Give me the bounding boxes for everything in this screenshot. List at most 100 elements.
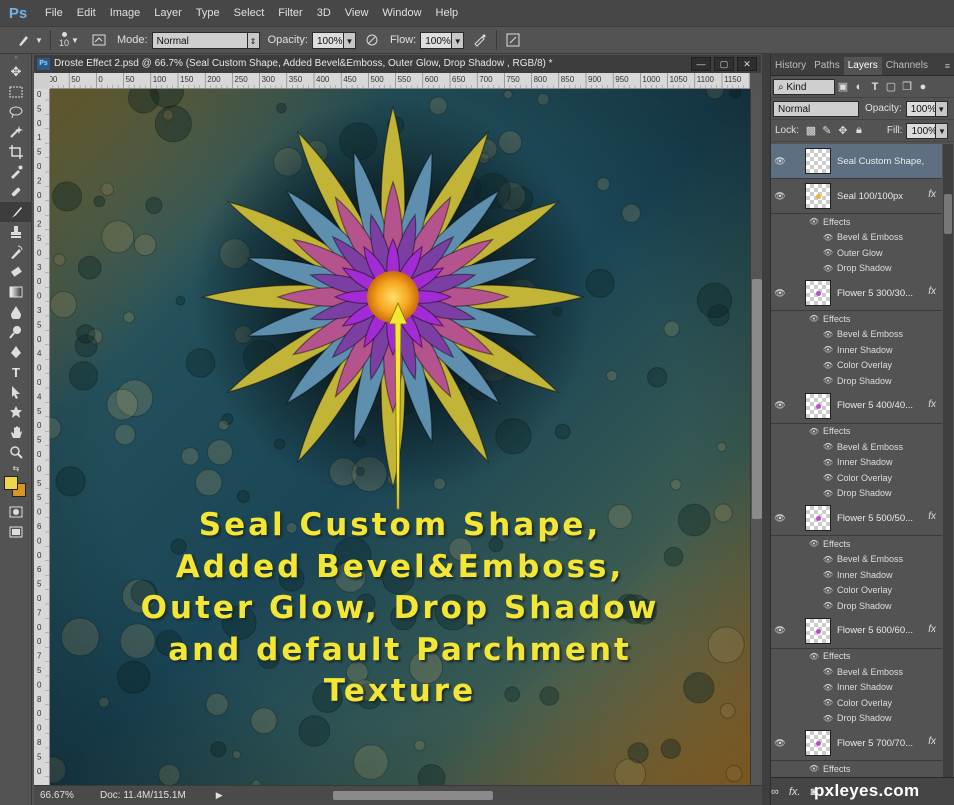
menu-help[interactable]: Help: [429, 0, 466, 26]
chevron-down-icon[interactable]: ▼: [936, 122, 949, 139]
visibility-eye-icon[interactable]: 👁︎: [819, 601, 837, 610]
layer-effect-item[interactable]: 👁︎ Inner Shadow: [771, 342, 942, 358]
layer-opacity-input[interactable]: 100%: [905, 100, 936, 117]
layer-effect-item[interactable]: 👁︎Bevel & Emboss: [771, 664, 942, 680]
marquee-tool-icon[interactable]: [0, 82, 32, 102]
layer-fx-badge[interactable]: fx: [928, 399, 936, 410]
menu-file[interactable]: File: [38, 0, 70, 26]
menu-layer[interactable]: Layer: [147, 0, 189, 26]
layer-effect-item[interactable]: 👁︎ Drop Shadow: [771, 598, 942, 614]
scrollbar-thumb[interactable]: [944, 194, 952, 234]
layer-row[interactable]: 👁︎ Flower 5 400/40... fx: [771, 389, 942, 424]
status-menu-arrow-icon[interactable]: ▶: [216, 790, 223, 801]
filter-smart-object-icon[interactable]: ❒: [900, 80, 914, 94]
pressure-size-icon[interactable]: [503, 31, 523, 49]
visibility-eye-icon[interactable]: 👁︎: [771, 288, 789, 299]
panel-menu-icon[interactable]: ≡: [941, 57, 954, 75]
layer-row[interactable]: 👁︎ Flower 5 500/50... fx: [771, 501, 942, 536]
visibility-eye-icon[interactable]: 👁︎: [819, 442, 837, 451]
chevron-down-icon[interactable]: ▼: [935, 100, 948, 117]
menu-view[interactable]: View: [338, 0, 376, 26]
menu-edit[interactable]: Edit: [70, 0, 103, 26]
layer-effect-item[interactable]: 👁︎ Drop Shadow: [771, 711, 942, 727]
visibility-eye-icon[interactable]: 👁︎: [771, 400, 789, 411]
maximize-icon[interactable]: ▢: [714, 57, 734, 71]
visibility-eye-icon[interactable]: 👁︎: [819, 248, 837, 257]
filter-pixel-icon[interactable]: ▣: [836, 80, 850, 94]
visibility-eye-icon[interactable]: 👁︎: [819, 264, 837, 273]
effects-group-header[interactable]: 👁︎ Effects: [771, 649, 942, 665]
visibility-eye-icon[interactable]: 👁︎: [771, 738, 789, 749]
lock-image-icon[interactable]: ✎: [820, 124, 834, 138]
layer-effect-item[interactable]: 👁︎ Inner Shadow: [771, 455, 942, 471]
healing-brush-tool-icon[interactable]: [0, 182, 32, 202]
swap-colors-icon[interactable]: ⇆: [0, 462, 32, 474]
brush-tool-icon[interactable]: [14, 31, 34, 49]
scrollbar-thumb[interactable]: [752, 279, 762, 519]
chevron-updown-icon[interactable]: ⇕: [247, 31, 260, 49]
foreground-color-swatch[interactable]: [4, 476, 18, 490]
fill-input[interactable]: 100%: [906, 122, 937, 139]
menu-type[interactable]: Type: [189, 0, 227, 26]
layer-effect-item[interactable]: 👁︎ Color Overlay: [771, 358, 942, 374]
lasso-tool-icon[interactable]: [0, 102, 32, 122]
document-tab[interactable]: Ps Droste Effect 2.psd @ 66.7% (Seal Cus…: [34, 55, 553, 73]
minimize-icon[interactable]: —: [691, 57, 711, 71]
history-brush-tool-icon[interactable]: [0, 242, 32, 262]
color-swatches[interactable]: [0, 474, 32, 502]
horizontal-ruler[interactable]: 1005005010015020025030035040045050055060…: [50, 73, 750, 89]
layer-effect-item[interactable]: 👁︎ Inner Shadow: [771, 567, 942, 583]
tab-channels[interactable]: Channels: [882, 57, 932, 75]
lock-transparent-icon[interactable]: ▩: [804, 124, 818, 138]
layers-scrollbar[interactable]: [943, 144, 953, 777]
opacity-input[interactable]: 100%: [311, 31, 344, 49]
visibility-eye-icon[interactable]: 👁︎: [819, 489, 837, 498]
type-tool-icon[interactable]: T: [0, 362, 32, 382]
crop-tool-icon[interactable]: [0, 142, 32, 162]
visibility-eye-icon[interactable]: 👁︎: [819, 570, 837, 579]
panel-collapse-icon[interactable]: »: [0, 54, 32, 62]
blend-mode-select[interactable]: Normal: [773, 100, 859, 117]
vertical-ruler[interactable]: 0 5 0 1 5 0 2 0 0 2 5 0 3 0 0 3 5 0 4 0 0 4 5 0 5 0 0 5 5 0 6 0 0 6 5 0 7 0 0 7…: [34, 89, 50, 785]
hand-tool-icon[interactable]: [0, 422, 32, 442]
visibility-eye-icon[interactable]: 👁︎: [805, 314, 823, 323]
layer-fx-badge[interactable]: fx: [928, 736, 936, 747]
flow-input[interactable]: 100%: [420, 31, 453, 49]
filter-toggle-icon[interactable]: ●: [916, 80, 930, 94]
airbrush-icon[interactable]: [470, 31, 490, 49]
zoom-tool-icon[interactable]: [0, 442, 32, 462]
layer-effect-item[interactable]: 👁︎ Color Overlay: [771, 583, 942, 599]
pen-tool-icon[interactable]: [0, 342, 32, 362]
menu-3d[interactable]: 3D: [310, 0, 338, 26]
visibility-eye-icon[interactable]: 👁︎: [771, 625, 789, 636]
layer-effect-item[interactable]: 👁︎ Inner Shadow: [771, 680, 942, 696]
visibility-eye-icon[interactable]: 👁︎: [819, 345, 837, 354]
visibility-eye-icon[interactable]: 👁︎: [819, 714, 837, 723]
brush-preset-picker[interactable]: 10: [59, 32, 69, 48]
chevron-down-icon[interactable]: ▼: [69, 31, 81, 49]
layer-effect-item[interactable]: 👁︎ Drop Shadow: [771, 373, 942, 389]
visibility-eye-icon[interactable]: 👁︎: [819, 361, 837, 370]
lock-all-icon[interactable]: 🔒︎: [852, 124, 866, 138]
pressure-opacity-icon[interactable]: [362, 31, 382, 49]
visibility-eye-icon[interactable]: 👁︎: [819, 683, 837, 692]
brush-tool-icon[interactable]: [0, 202, 32, 222]
dodge-tool-icon[interactable]: [0, 322, 32, 342]
tab-layers[interactable]: Layers: [843, 57, 882, 75]
visibility-eye-icon[interactable]: 👁︎: [819, 586, 837, 595]
visibility-eye-icon[interactable]: 👁︎: [819, 330, 837, 339]
chevron-down-icon[interactable]: ▼: [34, 31, 44, 49]
layer-effect-item[interactable]: 👁︎Bevel & Emboss: [771, 552, 942, 568]
layer-row[interactable]: 👁︎ Flower 5 700/70... fx: [771, 726, 942, 761]
effects-group-header[interactable]: 👁︎ Effects: [771, 214, 942, 230]
effects-group-header[interactable]: 👁︎ Effects: [771, 311, 942, 327]
filter-type-icon[interactable]: T: [868, 80, 882, 94]
menu-select[interactable]: Select: [227, 0, 272, 26]
lock-position-icon[interactable]: ✥: [836, 124, 850, 138]
visibility-eye-icon[interactable]: 👁︎: [771, 513, 789, 524]
effects-group-header[interactable]: 👁︎ Effects: [771, 424, 942, 440]
tab-history[interactable]: History: [771, 57, 810, 75]
blur-tool-icon[interactable]: [0, 302, 32, 322]
visibility-eye-icon[interactable]: 👁︎: [819, 473, 837, 482]
visibility-eye-icon[interactable]: 👁︎: [805, 652, 823, 661]
